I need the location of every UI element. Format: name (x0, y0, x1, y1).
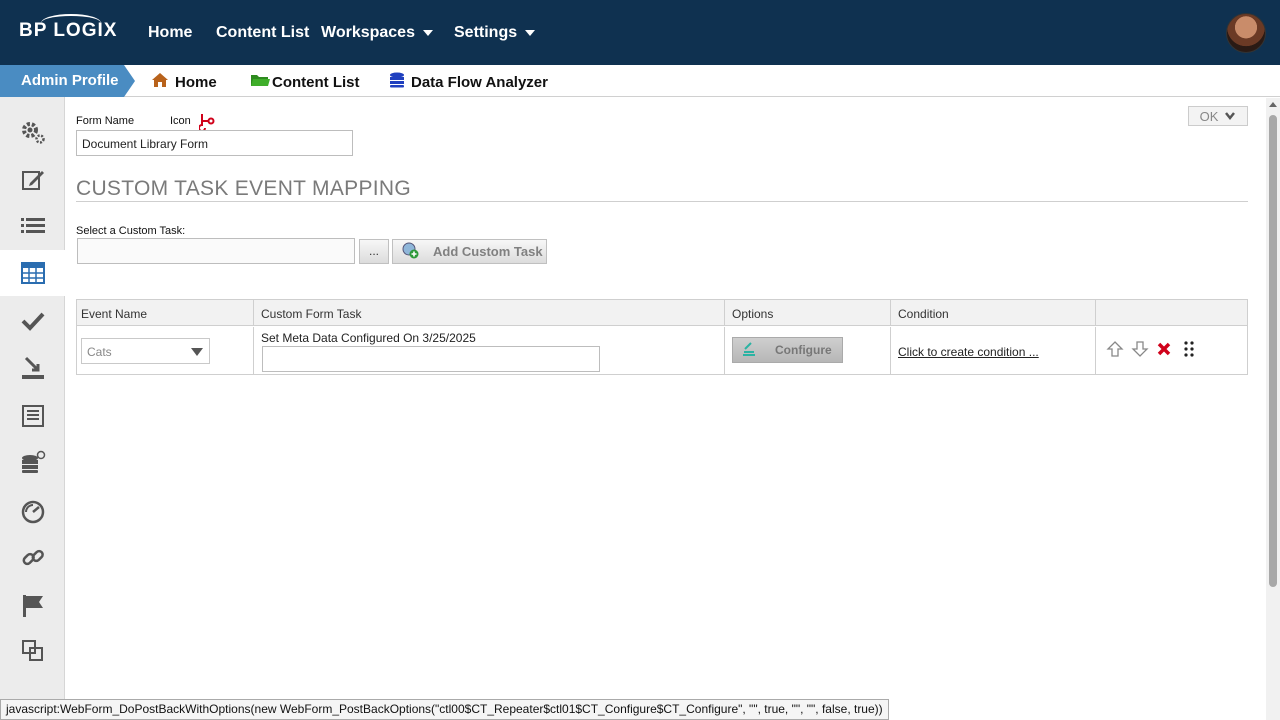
nav-content-list[interactable]: Content List (216, 24, 309, 42)
nav-settings[interactable]: Settings (454, 24, 536, 42)
sidebar-item-links[interactable] (0, 535, 65, 581)
sidebar-item-edit[interactable] (0, 157, 65, 203)
header-event-name: Event Name (81, 307, 148, 321)
icon-label: Icon (170, 115, 191, 127)
sidebar-item-table[interactable] (0, 250, 65, 296)
table-icon (20, 262, 45, 284)
vertical-scrollbar[interactable] (1266, 98, 1280, 720)
sidebar-item-settings[interactable] (0, 109, 65, 155)
move-up-icon[interactable] (1106, 340, 1124, 358)
nav-workspaces[interactable]: Workspaces (321, 24, 433, 42)
house-icon (151, 72, 169, 92)
sidebar-item-list[interactable] (0, 203, 65, 249)
ok-button[interactable]: OK (1188, 106, 1248, 126)
main-content: Form Name Icon Document Library Form OK … (65, 98, 1266, 720)
add-custom-task-button[interactable]: Add Custom Task (392, 239, 547, 264)
bplogix-logo[interactable]: BP LOGIX (19, 14, 117, 42)
delete-icon[interactable] (1156, 341, 1172, 357)
link-icon (22, 549, 44, 566)
chevron-down-icon (422, 29, 433, 36)
chevron-down-icon (525, 29, 536, 36)
sidebar-item-tasks[interactable] (0, 298, 65, 344)
custom-task-field[interactable] (77, 238, 355, 264)
edit-icon (21, 171, 44, 190)
table-header: Event Name Custom Form Task Options Cond… (77, 300, 1247, 326)
crumb-data-flow-analyzer[interactable]: Data Flow Analyzer (389, 72, 548, 92)
form-name-field[interactable]: Document Library Form (76, 130, 353, 156)
breadcrumb: Admin Profile Home Content List Data Flo… (0, 65, 1280, 97)
sidebar-item-database[interactable] (0, 440, 65, 486)
list-icon (20, 218, 45, 233)
sidebar-item-download[interactable] (0, 345, 65, 391)
browse-task-button[interactable]: ... (359, 239, 389, 264)
header-condition: Condition (898, 307, 949, 321)
sidebar (0, 97, 65, 720)
status-bar: javascript:WebForm_DoPostBackWithOptions… (0, 699, 889, 720)
checkmark-icon (21, 312, 44, 331)
gears-icon (21, 122, 45, 144)
sidebar-item-clone[interactable] (0, 628, 65, 674)
sidebar-item-timer[interactable] (0, 488, 65, 534)
scroll-up-icon[interactable] (1269, 102, 1277, 107)
sidebar-item-flag[interactable] (0, 583, 65, 629)
event-mapping-table: Event Name Custom Form Task Options Cond… (76, 299, 1248, 375)
clone-icon (21, 640, 43, 661)
timer-icon (21, 500, 44, 524)
header-custom-form-task: Custom Form Task (261, 307, 362, 321)
dropdown-arrow-icon (191, 348, 203, 356)
form-list-icon (21, 405, 44, 427)
task-description: Set Meta Data Configured On 3/25/2025 (261, 331, 476, 345)
crumb-home[interactable]: Home (151, 72, 217, 92)
database-add-icon (21, 450, 45, 473)
download-icon (21, 356, 44, 379)
configure-icon (741, 341, 757, 360)
form-name-label: Form Name (76, 115, 135, 127)
section-title: CUSTOM TASK EVENT MAPPING (76, 177, 412, 200)
scrollbar-thumb[interactable] (1269, 115, 1277, 587)
top-navbar: BP LOGIX Home Content List Workspaces Se… (0, 0, 1280, 65)
configure-button[interactable]: Configure (732, 337, 843, 363)
drag-handle-icon[interactable] (1183, 340, 1195, 358)
flag-icon (22, 595, 43, 617)
event-name-select[interactable]: Cats (81, 338, 210, 364)
task-input[interactable] (262, 346, 600, 372)
header-options: Options (732, 307, 774, 321)
chevron-down-icon (1225, 112, 1236, 121)
create-condition-link[interactable]: Click to create condition ... (898, 345, 1039, 359)
crumb-content-list[interactable]: Content List (250, 72, 360, 92)
nav-home[interactable]: Home (148, 24, 192, 42)
table-row: Cats Set Meta Data Configured On 3/25/20… (77, 327, 1247, 375)
select-task-label: Select a Custom Task: (76, 225, 186, 237)
folder-icon (250, 72, 270, 92)
move-down-icon[interactable] (1131, 340, 1149, 358)
divider (76, 201, 1248, 202)
database-icon (389, 72, 405, 92)
add-task-icon (401, 241, 419, 262)
user-avatar[interactable] (1226, 13, 1266, 53)
sidebar-item-forms[interactable] (0, 393, 65, 439)
admin-profile-tab[interactable]: Admin Profile (0, 65, 135, 97)
